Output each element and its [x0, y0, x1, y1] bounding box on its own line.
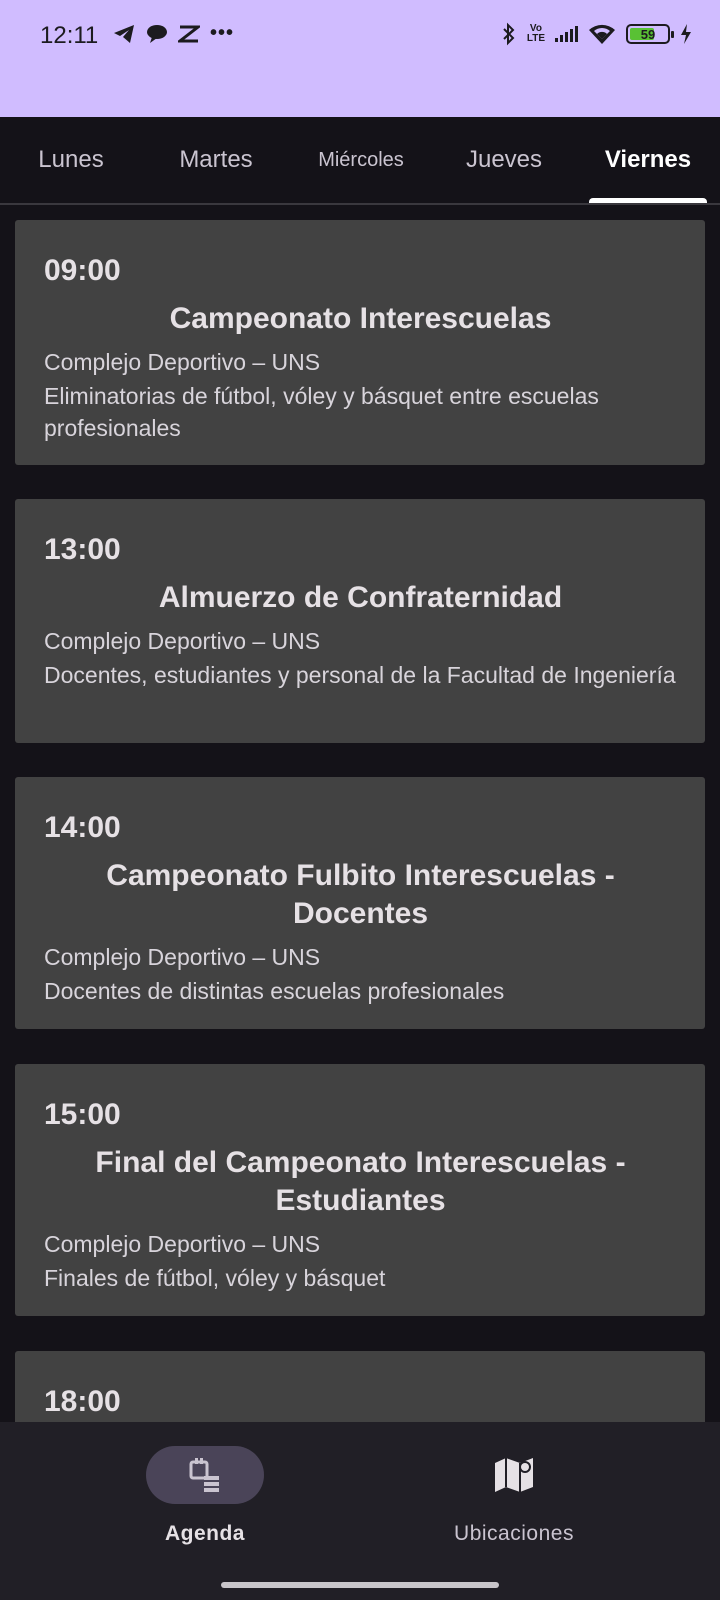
event-title: Almuerzo de Confraternidad [158, 581, 563, 614]
capcut-icon [178, 25, 200, 42]
tab-viernes[interactable]: Viernes [576, 117, 720, 203]
status-time: 12:11 [40, 22, 99, 49]
event-title: Campeonato Interescuelas [169, 302, 552, 335]
event-card[interactable]: 13:00 Almuerzo de Confraternidad Complej… [15, 499, 705, 743]
status-system-icons: Vo LTE 59 [501, 22, 692, 46]
battery-icon: 59 [626, 24, 674, 44]
event-card[interactable]: 09:00 Campeonato Interescuelas Complejo … [15, 220, 705, 465]
status-bar: 12:11 ••• Vo LTE 59 [0, 0, 720, 117]
charging-bolt-icon [681, 24, 691, 44]
bluetooth-icon [503, 22, 515, 46]
event-time: 13:00 [44, 533, 121, 566]
chat-bubble-icon [147, 24, 167, 43]
day-tabs: Lunes Martes Miércoles Jueves Viernes [0, 117, 720, 205]
event-description: Docentes de distintas escuelas profesion… [44, 978, 505, 1004]
event-place: Complejo Deportivo – UNS [44, 349, 321, 375]
event-title: Campeonato Fulbito Interescuelas - Docen… [106, 859, 615, 930]
volte-label: Vo LTE [526, 23, 545, 44]
tab-label: Miércoles [318, 148, 404, 171]
event-place: Complejo Deportivo – UNS [44, 944, 321, 970]
event-time: 15:00 [44, 1098, 121, 1131]
more-dots-icon: ••• [210, 22, 235, 44]
event-time: 09:00 [44, 254, 121, 287]
event-time: 18:00 [44, 1385, 121, 1418]
tab-lunes[interactable]: Lunes [0, 117, 142, 203]
event-card[interactable]: 14:00 Campeonato Fulbito Interescuelas -… [15, 777, 705, 1029]
event-time: 14:00 [44, 811, 121, 844]
tab-martes[interactable]: Martes [142, 117, 290, 203]
event-place: Complejo Deportivo – UNS [44, 1231, 321, 1257]
tab-miercoles[interactable]: Miércoles [290, 117, 432, 203]
calendar-icon [189, 1458, 219, 1492]
signal-icon [555, 26, 578, 42]
nav-label-ubicaciones: Ubicaciones [454, 1522, 574, 1545]
nav-item-ubicaciones[interactable]: Ubicaciones [394, 1446, 634, 1556]
home-indicator[interactable] [221, 1582, 499, 1588]
event-description: Docentes, estudiantes y personal de la F… [44, 662, 676, 688]
event-place: Complejo Deportivo – UNS [44, 628, 321, 654]
telegram-icon [114, 24, 134, 43]
status-notification-icons: ••• [112, 22, 234, 45]
event-title: Final del Campeonato Interescuelas - Est… [95, 1146, 626, 1217]
battery-percent: 59 [640, 26, 656, 42]
tab-label: Jueves [465, 146, 543, 173]
tab-label: Viernes [604, 146, 692, 173]
event-card[interactable]: 18:00 [15, 1351, 705, 1422]
wifi-icon [589, 24, 615, 44]
tab-label: Lunes [38, 146, 104, 173]
bottom-navigation: Agenda Ubicaciones [0, 1422, 720, 1600]
nav-item-agenda[interactable]: Agenda [85, 1446, 325, 1556]
event-description: Finales de fútbol, vóley y básquet [44, 1265, 386, 1291]
event-description: Eliminatorias de fútbol, vóley y básquet… [44, 383, 599, 441]
nav-pill [455, 1446, 573, 1504]
event-list[interactable]: 09:00 Campeonato Interescuelas Complejo … [0, 207, 720, 1422]
nav-active-pill [146, 1446, 264, 1504]
tab-jueves[interactable]: Jueves [432, 117, 576, 203]
tab-label: Martes [179, 146, 253, 173]
map-icon [495, 1458, 533, 1492]
nav-label-agenda: Agenda [164, 1522, 245, 1545]
event-card[interactable]: 15:00 Final del Campeonato Interescuelas… [15, 1064, 705, 1316]
active-tab-indicator [589, 198, 707, 203]
